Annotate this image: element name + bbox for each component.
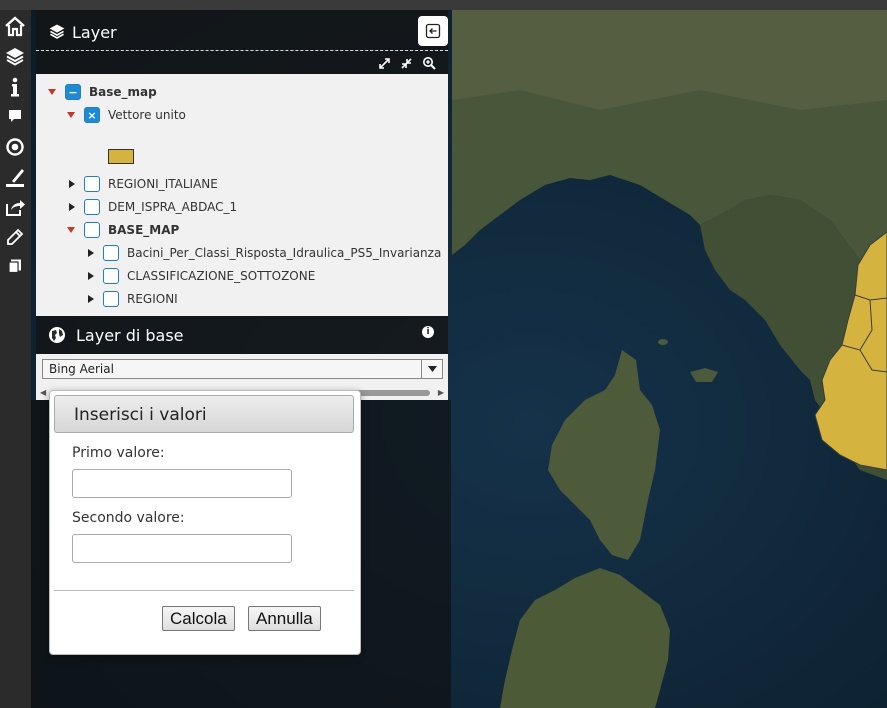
tree-node-label: BASE_MAP xyxy=(108,223,180,237)
tree-node-bacini[interactable]: Bacini_Per_Classi_Risposta_Idraulica_PS5… xyxy=(88,243,441,263)
tree-toolbar xyxy=(36,51,448,74)
pencil-icon xyxy=(7,228,24,245)
base-layer-select[interactable]: Bing Aerial xyxy=(42,359,443,379)
tree-node-label: Base_map xyxy=(89,85,157,99)
tree-node-regioni-italiane[interactable]: REGIONI_ITALIANE xyxy=(69,174,218,194)
layers-button[interactable] xyxy=(3,44,27,68)
info-button[interactable] xyxy=(3,75,27,99)
target-icon xyxy=(6,138,24,156)
caret-down-icon[interactable] xyxy=(48,89,56,95)
target-button[interactable] xyxy=(3,135,27,159)
collapse-panel-button[interactable] xyxy=(418,16,448,46)
zoom-in-icon xyxy=(423,57,436,70)
caret-right-icon[interactable] xyxy=(69,180,75,188)
first-value-label: Primo valore: xyxy=(72,445,165,461)
checkbox-unchecked[interactable] xyxy=(103,245,119,261)
dialog-header: Inserisci i valori xyxy=(54,395,354,433)
layer-panel-header: Layer xyxy=(36,10,448,50)
tree-node-base-map-group[interactable]: BASE_MAP xyxy=(67,220,179,240)
comment-button[interactable] xyxy=(3,104,27,128)
globe-icon xyxy=(49,327,65,343)
input-values-dialog: Inserisci i valori Primo valore: Secondo… xyxy=(49,390,361,655)
arrow-left-box-icon xyxy=(425,23,441,39)
layers-icon xyxy=(6,48,24,66)
checkbox-unchecked[interactable] xyxy=(103,268,119,284)
checkbox-checked[interactable]: × xyxy=(84,107,100,123)
share-button[interactable] xyxy=(3,195,27,219)
dialog-divider xyxy=(54,590,354,591)
tree-node-label: Vettore unito xyxy=(108,108,186,122)
first-value-input[interactable] xyxy=(72,469,292,498)
comment-icon xyxy=(9,110,21,122)
home-button[interactable] xyxy=(3,14,27,38)
edit-button[interactable] xyxy=(3,225,27,249)
info-icon xyxy=(11,77,19,97)
layer-panel-title: Layer xyxy=(72,23,117,42)
checkbox-unchecked[interactable] xyxy=(103,291,119,307)
tree-node-label: DEM_ISPRA_ABDAC_1 xyxy=(108,200,238,214)
dialog-title: Inserisci i valori xyxy=(74,405,207,425)
checkbox-unchecked[interactable] xyxy=(84,199,100,215)
tree-node-label: CLASSIFICAZIONE_SOTTOZONE xyxy=(127,269,316,283)
base-layer-title: Layer di base xyxy=(76,326,184,345)
checkbox-unchecked[interactable] xyxy=(84,222,100,238)
tree-node-label: REGIONI xyxy=(127,292,178,306)
copy-icon xyxy=(8,259,21,274)
tree-node-dem-ispra[interactable]: DEM_ISPRA_ABDAC_1 xyxy=(69,197,237,217)
tree-node-classificazione[interactable]: CLASSIFICAZIONE_SOTTOZONE xyxy=(88,266,315,286)
ruler-icon xyxy=(6,169,24,187)
left-toolbar xyxy=(0,10,31,708)
compress-icon xyxy=(400,57,412,69)
layers-icon xyxy=(49,24,65,39)
checkbox-unchecked[interactable] xyxy=(84,176,100,192)
copy-button[interactable] xyxy=(3,254,27,278)
base-layer-selected: Bing Aerial xyxy=(49,362,114,376)
dropdown-arrow-icon[interactable] xyxy=(421,360,442,378)
caret-right-icon[interactable] xyxy=(69,203,75,211)
second-value-input[interactable] xyxy=(72,534,292,563)
cancel-button[interactable]: Annulla xyxy=(248,606,321,631)
checkbox-partial[interactable]: − xyxy=(65,84,81,100)
scroll-left-icon[interactable]: ◀ xyxy=(40,388,46,397)
calculate-button[interactable]: Calcola xyxy=(162,606,235,631)
caret-right-icon[interactable] xyxy=(88,249,94,257)
second-value-label: Secondo valore: xyxy=(72,510,185,526)
caret-down-icon[interactable] xyxy=(67,112,75,118)
home-icon xyxy=(5,16,25,37)
expand-icon xyxy=(378,57,390,69)
caret-down-icon[interactable] xyxy=(67,227,75,233)
layer-panel: Layer − Base_map × Vettore unito REGIONI… xyxy=(36,10,448,400)
tree-node-base-map[interactable]: − Base_map xyxy=(48,82,157,102)
info-icon[interactable]: i xyxy=(422,326,434,338)
scroll-right-icon[interactable]: ▶ xyxy=(438,388,444,397)
caret-right-icon[interactable] xyxy=(88,295,94,303)
base-layer-header: Layer di base i xyxy=(36,316,448,354)
tree-node-label: REGIONI_ITALIANE xyxy=(108,177,218,191)
tree-node-label: Bacini_Per_Classi_Risposta_Idraulica_PS5… xyxy=(127,246,442,260)
tree-node-regioni[interactable]: REGIONI xyxy=(88,289,178,309)
zoom-to-layer-button[interactable] xyxy=(421,55,437,71)
legend-swatch xyxy=(108,149,134,164)
collapse-all-button[interactable] xyxy=(398,55,414,71)
tree-node-vettore-unito[interactable]: × Vettore unito xyxy=(67,105,186,125)
top-bar xyxy=(0,0,887,10)
layer-tree: − Base_map × Vettore unito REGIONI_ITALI… xyxy=(36,74,448,316)
expand-all-button[interactable] xyxy=(376,55,392,71)
share-icon xyxy=(6,200,25,216)
caret-right-icon[interactable] xyxy=(88,272,94,280)
measure-button[interactable] xyxy=(3,165,27,189)
